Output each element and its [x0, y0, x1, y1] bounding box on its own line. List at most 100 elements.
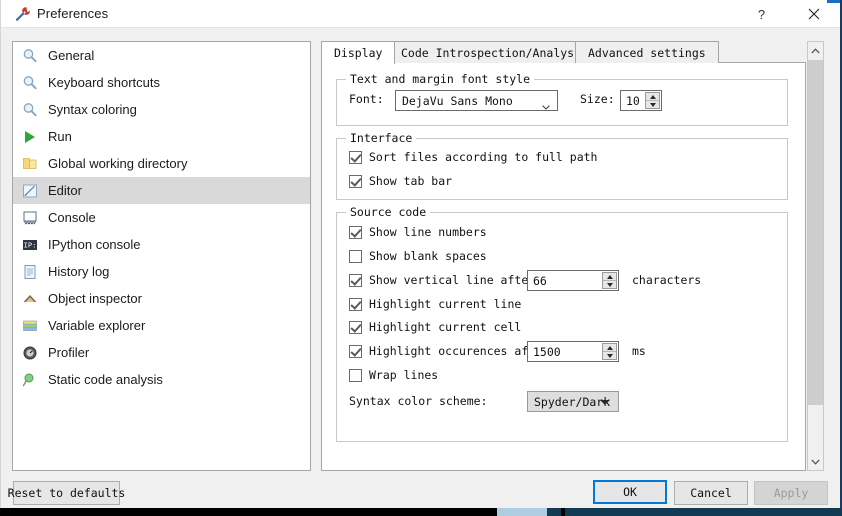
book-icon	[21, 290, 39, 308]
window-edge-accent	[827, 0, 840, 3]
sidebar-item-label: Console	[48, 210, 96, 225]
spin-up-button[interactable]	[603, 344, 616, 352]
sidebar-item-keyboard-shortcuts[interactable]: Keyboard shortcuts	[13, 69, 310, 96]
sidebar-item-run[interactable]: Run	[13, 123, 310, 150]
desktop-taskbar-strip	[0, 508, 842, 516]
show-blank-spaces-row[interactable]: Show blank spaces	[349, 249, 487, 263]
highlight-occurrences-label: Highlight occurences after	[369, 344, 550, 358]
highlight-current-cell-checkbox[interactable]	[349, 320, 362, 334]
tab-bar: Display Code Introspection/Analysis Adva…	[321, 41, 806, 64]
spin-buttons[interactable]	[645, 92, 660, 109]
spin-up-button[interactable]	[646, 93, 659, 101]
ok-label: OK	[623, 485, 637, 499]
sidebar-item-profiler[interactable]: Profiler	[13, 339, 310, 366]
spin-buttons[interactable]	[602, 272, 617, 289]
sidebar-item-label: Profiler	[48, 345, 90, 360]
preferences-window: Preferences ? General Keyboard shortcuts…	[0, 0, 842, 508]
sort-files-checkbox[interactable]	[349, 150, 362, 164]
help-button[interactable]: ?	[739, 0, 784, 28]
sidebar-item-label: Syntax coloring	[48, 102, 137, 117]
reset-to-defaults-label: Reset to defaults	[7, 486, 126, 500]
sort-files-row[interactable]: Sort files according to full path	[349, 150, 597, 164]
show-tab-bar-row[interactable]: Show tab bar	[349, 174, 452, 188]
color-scheme-label: Syntax color scheme:	[349, 394, 488, 408]
source-code-group: Source code Show line numbers Show blank…	[336, 205, 788, 442]
highlight-occurrences-row[interactable]: Highlight occurences after	[349, 344, 549, 358]
close-button[interactable]	[791, 0, 836, 28]
vertical-line-checkbox[interactable]	[349, 273, 362, 287]
vertical-line-value: 66	[533, 273, 547, 288]
show-blank-spaces-label: Show blank spaces	[369, 249, 487, 263]
folder-icon	[21, 155, 39, 173]
wrap-lines-label: Wrap lines	[369, 368, 439, 382]
vertical-line-suffix: characters	[632, 273, 701, 287]
reset-to-defaults-button[interactable]: Reset to defaults	[8, 481, 125, 505]
console-icon	[21, 209, 39, 227]
highlight-occurrences-suffix-label: ms	[632, 344, 646, 358]
interface-group: Interface Sort files according to full p…	[336, 131, 788, 200]
highlight-occurrences-spinbox[interactable]: 1500	[527, 341, 619, 362]
content-vertical-scrollbar[interactable]	[807, 41, 824, 471]
preferences-category-list[interactable]: General Keyboard shortcuts Syntax colori…	[12, 41, 311, 471]
editor-pencil-icon	[21, 182, 39, 200]
highlight-current-line-checkbox[interactable]	[349, 297, 362, 311]
magnifier-icon	[21, 47, 39, 65]
sidebar-item-variable-explorer[interactable]: Variable explorer	[13, 312, 310, 339]
font-size-spinbox[interactable]: 10	[620, 90, 662, 111]
spin-up-button[interactable]	[603, 273, 616, 281]
highlight-occurrences-checkbox[interactable]	[349, 344, 362, 358]
taskbar-active-segment	[497, 508, 547, 516]
gauge-icon	[21, 344, 39, 362]
sidebar-item-editor[interactable]: Editor	[13, 177, 310, 204]
play-triangle-icon	[21, 128, 39, 146]
sidebar-item-general[interactable]: General	[13, 42, 310, 69]
vertical-line-spinbox[interactable]: 66	[527, 270, 619, 291]
show-line-numbers-label: Show line numbers	[369, 225, 487, 239]
taskbar-segment	[547, 508, 561, 516]
arrow-up-icon	[649, 94, 656, 99]
sidebar-item-object-inspector[interactable]: Object inspector	[13, 285, 310, 312]
scrollbar-thumb[interactable]	[808, 60, 823, 405]
arrow-up-icon	[606, 345, 613, 350]
show-blank-spaces-checkbox[interactable]	[349, 249, 362, 263]
scroll-up-button[interactable]	[808, 42, 823, 59]
show-line-numbers-row[interactable]: Show line numbers	[349, 225, 487, 239]
scroll-down-button[interactable]	[808, 453, 823, 470]
sidebar-item-ipython-console[interactable]: IP: IPython console	[13, 231, 310, 258]
sidebar-item-label: IPython console	[48, 237, 141, 252]
vertical-line-row[interactable]: Show vertical line after	[349, 273, 535, 287]
font-size-label: Size:	[580, 92, 615, 106]
wrap-lines-checkbox[interactable]	[349, 368, 362, 382]
highlight-current-line-row[interactable]: Highlight current line	[349, 297, 521, 311]
sidebar-item-label: History log	[48, 264, 110, 279]
sidebar-item-global-working-directory[interactable]: Global working directory	[13, 150, 310, 177]
magnifier-icon	[21, 74, 39, 92]
color-scheme-row: Syntax color scheme:	[349, 394, 487, 408]
sidebar-item-console[interactable]: Console	[13, 204, 310, 231]
magnifier-icon	[21, 101, 39, 119]
size-row: Size:	[580, 92, 615, 106]
sidebar-item-history-log[interactable]: History log	[13, 258, 310, 285]
ok-button[interactable]: OK	[593, 480, 667, 504]
display-tab-panel: Text and margin font style Font: DejaVu …	[321, 63, 806, 471]
tab-code-introspection-analysis[interactable]: Code Introspection/Analysis	[388, 41, 601, 63]
sidebar-item-syntax-coloring[interactable]: Syntax coloring	[13, 96, 310, 123]
sidebar-item-static-code-analysis[interactable]: Static code analysis	[13, 366, 310, 393]
tab-display[interactable]: Display	[321, 41, 396, 64]
show-line-numbers-checkbox[interactable]	[349, 225, 362, 239]
show-tab-bar-checkbox[interactable]	[349, 174, 362, 188]
color-scheme-combo[interactable]: Spyder/Dark	[527, 391, 619, 412]
spin-down-button[interactable]	[603, 281, 616, 288]
spin-down-button[interactable]	[646, 101, 659, 108]
wrap-lines-row[interactable]: Wrap lines	[349, 368, 438, 382]
apply-button[interactable]: Apply	[754, 481, 828, 505]
arrow-down-icon	[649, 102, 656, 107]
spin-down-button[interactable]	[603, 352, 616, 359]
highlight-current-cell-row[interactable]: Highlight current cell	[349, 320, 521, 334]
spin-buttons[interactable]	[602, 343, 617, 360]
cancel-button[interactable]: Cancel	[674, 481, 748, 505]
arrow-down-icon	[606, 282, 613, 287]
font-family-combo[interactable]: DejaVu Sans Mono	[395, 90, 558, 111]
tab-advanced-settings[interactable]: Advanced settings	[575, 41, 719, 63]
triangle-down-icon	[600, 399, 610, 405]
